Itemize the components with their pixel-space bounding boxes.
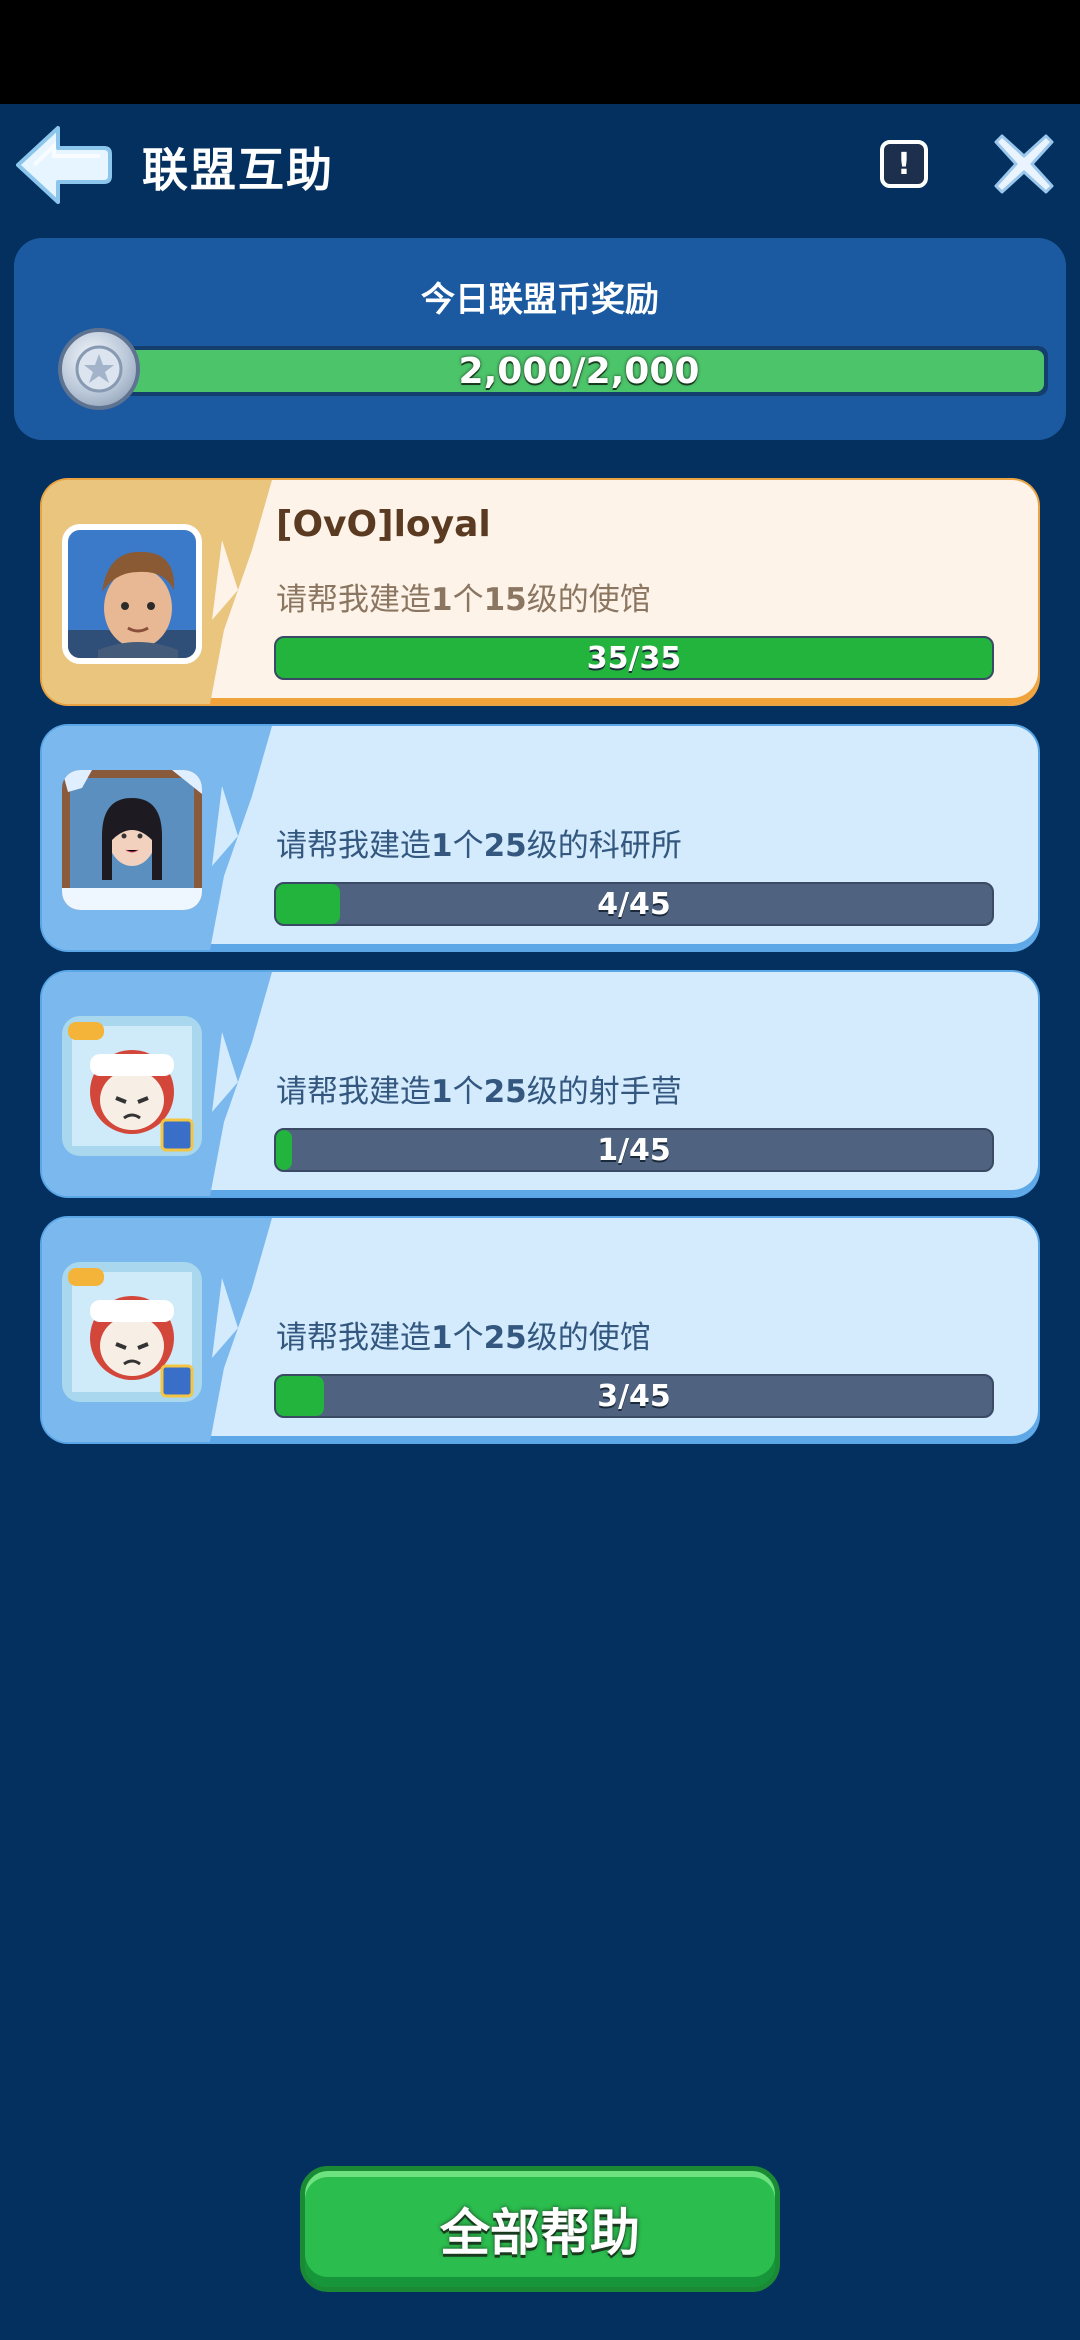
desc-building: 使馆 (588, 582, 651, 618)
header: 联盟互助 ! (0, 104, 1080, 226)
status-bar (0, 0, 1080, 104)
request-progress-bar: 4/45 (274, 882, 994, 926)
request-progress-bar: 3/45 (274, 1374, 994, 1418)
info-button[interactable]: ! (880, 140, 928, 188)
daily-reward-panel: 今日联盟币奖励 2,000/2,000 (14, 238, 1066, 440)
desc-count: 1 (431, 1074, 453, 1110)
request-progress-text: 35/35 (586, 640, 682, 676)
back-button[interactable] (12, 122, 112, 208)
desc-count: 1 (431, 582, 453, 618)
desc-building: 射手营 (588, 1074, 682, 1110)
desc-count: 1 (431, 828, 453, 864)
player-avatar (62, 770, 202, 910)
back-arrow-icon (16, 126, 112, 204)
alliance-coin-icon (58, 328, 140, 410)
exclamation-icon: ! (897, 146, 911, 182)
request-description: 请帮我建造1个25级的射手营 (276, 1066, 682, 1111)
desc-level-unit: 级的 (526, 1074, 589, 1110)
desc-building: 使馆 (588, 1320, 651, 1356)
request-progress-text: 3/45 (597, 1378, 671, 1414)
desc-count-unit: 个 (452, 828, 484, 864)
player-avatar (62, 1262, 202, 1402)
request-progress-text: 4/45 (597, 886, 671, 922)
desc-desc-prefix: 请帮我建造 (276, 1074, 431, 1110)
request-progress-bar: 1/45 (274, 1128, 994, 1172)
request-description: 请帮我建造1个25级的科研所 (276, 820, 682, 865)
desc-count: 1 (431, 1320, 453, 1356)
request-progress-bar: 35/35 (274, 636, 994, 680)
desc-desc-prefix: 请帮我建造 (276, 1320, 431, 1356)
request-description: 请帮我建造1个15级的使馆 (276, 574, 651, 619)
close-button[interactable] (992, 132, 1056, 196)
help-request-card[interactable]: [OvO]loyal 请帮我建造1个15级的使馆 35/35 (42, 480, 1038, 704)
reward-progress-text: 2,000/2,000 (458, 350, 700, 392)
desc-level-unit: 级的 (526, 828, 589, 864)
desc-count-unit: 个 (452, 582, 484, 618)
desc-desc-prefix: 请帮我建造 (276, 828, 431, 864)
desc-level: 25 (483, 828, 527, 864)
help-request-card[interactable]: 请帮我建造1个25级的使馆 3/45 (42, 1218, 1038, 1442)
player-name: [OvO]loyal (276, 504, 491, 545)
desc-desc-prefix: 请帮我建造 (276, 582, 431, 618)
desc-building: 科研所 (588, 828, 682, 864)
help-request-card[interactable]: 请帮我建造1个25级的科研所 4/45 (42, 726, 1038, 950)
page-title: 联盟互助 (142, 143, 334, 197)
reward-title: 今日联盟币奖励 (421, 280, 659, 320)
player-avatar (62, 524, 202, 664)
desc-level: 25 (483, 1074, 527, 1110)
desc-level-unit: 级的 (526, 582, 589, 618)
desc-count-unit: 个 (452, 1074, 484, 1110)
help-all-button[interactable]: 全部帮助 (300, 2166, 780, 2292)
player-avatar (62, 1016, 202, 1156)
request-progress-text: 1/45 (597, 1132, 671, 1168)
desc-level: 15 (483, 582, 527, 618)
desc-level-unit: 级的 (526, 1320, 589, 1356)
request-description: 请帮我建造1个25级的使馆 (276, 1312, 651, 1357)
reward-progress-bar: 2,000/2,000 (110, 346, 1048, 396)
close-icon (994, 134, 1054, 194)
help-request-card[interactable]: 请帮我建造1个25级的射手营 1/45 (42, 972, 1038, 1196)
desc-level: 25 (483, 1320, 527, 1356)
desc-count-unit: 个 (452, 1320, 484, 1356)
